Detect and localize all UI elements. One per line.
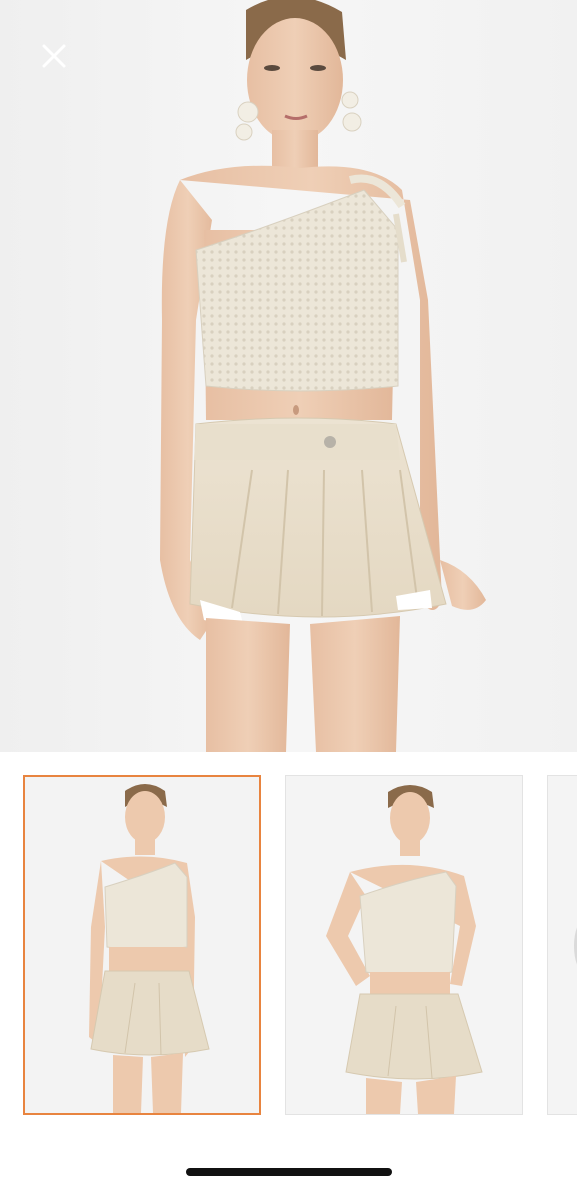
thumbnail-image: [286, 776, 522, 1114]
thumbnail-image: [548, 776, 577, 1114]
close-button[interactable]: [34, 36, 74, 76]
home-indicator[interactable]: [186, 1168, 392, 1176]
thumbnail-image: [25, 777, 259, 1113]
thumbnail-2[interactable]: [285, 775, 523, 1115]
image-viewer-screen: [0, 0, 577, 1188]
model-illustration: [160, 0, 486, 752]
thumbnail-1[interactable]: [23, 775, 261, 1115]
thumbnail-3[interactable]: [547, 775, 577, 1115]
main-product-image[interactable]: [0, 0, 577, 752]
close-icon: [42, 44, 66, 68]
thumbnail-strip[interactable]: [0, 775, 577, 1117]
